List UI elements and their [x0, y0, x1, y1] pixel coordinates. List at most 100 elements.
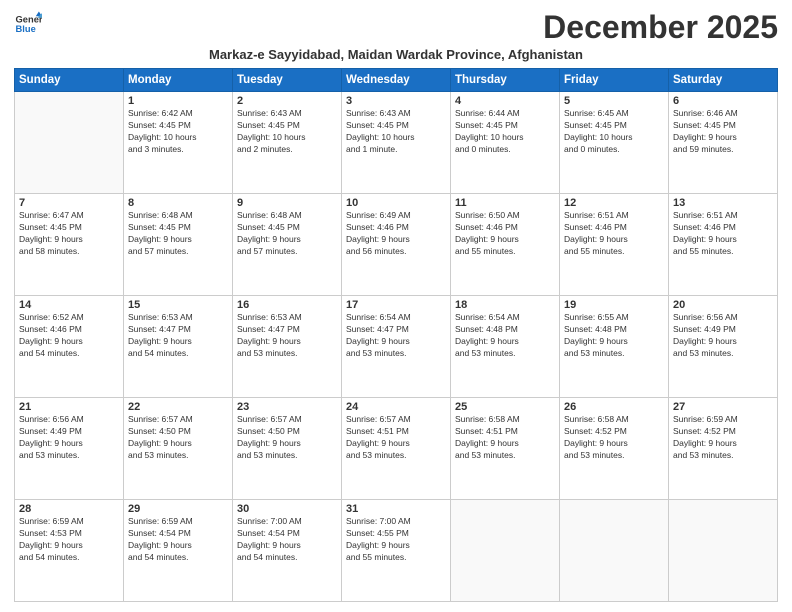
day-number: 18 [455, 299, 555, 311]
calendar-cell: 14Sunrise: 6:52 AM Sunset: 4:46 PM Dayli… [15, 296, 124, 398]
subtitle: Markaz-e Sayyidabad, Maidan Wardak Provi… [14, 47, 778, 62]
day-info: Sunrise: 6:59 AM Sunset: 4:53 PM Dayligh… [19, 516, 119, 564]
day-number: 3 [346, 95, 446, 107]
day-number: 30 [237, 503, 337, 515]
col-friday: Friday [560, 69, 669, 92]
calendar-cell: 20Sunrise: 6:56 AM Sunset: 4:49 PM Dayli… [669, 296, 778, 398]
calendar-cell: 5Sunrise: 6:45 AM Sunset: 4:45 PM Daylig… [560, 92, 669, 194]
calendar-cell: 17Sunrise: 6:54 AM Sunset: 4:47 PM Dayli… [342, 296, 451, 398]
calendar-cell: 11Sunrise: 6:50 AM Sunset: 4:46 PM Dayli… [451, 194, 560, 296]
day-number: 12 [564, 197, 664, 209]
calendar-cell: 25Sunrise: 6:58 AM Sunset: 4:51 PM Dayli… [451, 398, 560, 500]
calendar-cell: 12Sunrise: 6:51 AM Sunset: 4:46 PM Dayli… [560, 194, 669, 296]
calendar-week-3: 14Sunrise: 6:52 AM Sunset: 4:46 PM Dayli… [15, 296, 778, 398]
day-info: Sunrise: 6:52 AM Sunset: 4:46 PM Dayligh… [19, 312, 119, 360]
calendar-cell: 23Sunrise: 6:57 AM Sunset: 4:50 PM Dayli… [233, 398, 342, 500]
calendar-cell: 24Sunrise: 6:57 AM Sunset: 4:51 PM Dayli… [342, 398, 451, 500]
calendar-cell: 9Sunrise: 6:48 AM Sunset: 4:45 PM Daylig… [233, 194, 342, 296]
day-info: Sunrise: 6:50 AM Sunset: 4:46 PM Dayligh… [455, 210, 555, 258]
calendar-cell: 18Sunrise: 6:54 AM Sunset: 4:48 PM Dayli… [451, 296, 560, 398]
day-number: 22 [128, 401, 228, 413]
day-info: Sunrise: 6:43 AM Sunset: 4:45 PM Dayligh… [237, 108, 337, 156]
day-number: 16 [237, 299, 337, 311]
day-number: 14 [19, 299, 119, 311]
day-number: 2 [237, 95, 337, 107]
svg-text:Blue: Blue [16, 24, 36, 34]
calendar-cell: 10Sunrise: 6:49 AM Sunset: 4:46 PM Dayli… [342, 194, 451, 296]
calendar-cell [15, 92, 124, 194]
month-title: December 2025 [543, 10, 778, 45]
calendar-cell: 22Sunrise: 6:57 AM Sunset: 4:50 PM Dayli… [124, 398, 233, 500]
day-info: Sunrise: 6:46 AM Sunset: 4:45 PM Dayligh… [673, 108, 773, 156]
day-number: 8 [128, 197, 228, 209]
day-info: Sunrise: 6:57 AM Sunset: 4:50 PM Dayligh… [128, 414, 228, 462]
calendar-cell [669, 500, 778, 602]
day-number: 26 [564, 401, 664, 413]
day-number: 25 [455, 401, 555, 413]
col-tuesday: Tuesday [233, 69, 342, 92]
day-info: Sunrise: 6:59 AM Sunset: 4:52 PM Dayligh… [673, 414, 773, 462]
calendar-cell: 7Sunrise: 6:47 AM Sunset: 4:45 PM Daylig… [15, 194, 124, 296]
day-info: Sunrise: 7:00 AM Sunset: 4:55 PM Dayligh… [346, 516, 446, 564]
calendar: Sunday Monday Tuesday Wednesday Thursday… [14, 68, 778, 602]
day-info: Sunrise: 6:53 AM Sunset: 4:47 PM Dayligh… [128, 312, 228, 360]
day-info: Sunrise: 6:48 AM Sunset: 4:45 PM Dayligh… [237, 210, 337, 258]
day-number: 4 [455, 95, 555, 107]
col-saturday: Saturday [669, 69, 778, 92]
calendar-table: Sunday Monday Tuesday Wednesday Thursday… [14, 68, 778, 602]
day-info: Sunrise: 6:57 AM Sunset: 4:51 PM Dayligh… [346, 414, 446, 462]
col-monday: Monday [124, 69, 233, 92]
day-number: 7 [19, 197, 119, 209]
day-number: 21 [19, 401, 119, 413]
calendar-week-4: 21Sunrise: 6:56 AM Sunset: 4:49 PM Dayli… [15, 398, 778, 500]
day-number: 1 [128, 95, 228, 107]
calendar-cell [560, 500, 669, 602]
col-thursday: Thursday [451, 69, 560, 92]
day-number: 10 [346, 197, 446, 209]
day-number: 20 [673, 299, 773, 311]
header: General Blue December 2025 [14, 10, 778, 45]
day-info: Sunrise: 6:59 AM Sunset: 4:54 PM Dayligh… [128, 516, 228, 564]
day-info: Sunrise: 6:54 AM Sunset: 4:47 PM Dayligh… [346, 312, 446, 360]
day-info: Sunrise: 6:42 AM Sunset: 4:45 PM Dayligh… [128, 108, 228, 156]
calendar-cell: 1Sunrise: 6:42 AM Sunset: 4:45 PM Daylig… [124, 92, 233, 194]
calendar-cell: 2Sunrise: 6:43 AM Sunset: 4:45 PM Daylig… [233, 92, 342, 194]
day-number: 28 [19, 503, 119, 515]
day-info: Sunrise: 6:51 AM Sunset: 4:46 PM Dayligh… [564, 210, 664, 258]
day-number: 27 [673, 401, 773, 413]
day-info: Sunrise: 6:54 AM Sunset: 4:48 PM Dayligh… [455, 312, 555, 360]
day-info: Sunrise: 6:44 AM Sunset: 4:45 PM Dayligh… [455, 108, 555, 156]
calendar-cell: 16Sunrise: 6:53 AM Sunset: 4:47 PM Dayli… [233, 296, 342, 398]
calendar-cell: 4Sunrise: 6:44 AM Sunset: 4:45 PM Daylig… [451, 92, 560, 194]
col-sunday: Sunday [15, 69, 124, 92]
day-number: 13 [673, 197, 773, 209]
calendar-cell: 13Sunrise: 6:51 AM Sunset: 4:46 PM Dayli… [669, 194, 778, 296]
calendar-cell: 28Sunrise: 6:59 AM Sunset: 4:53 PM Dayli… [15, 500, 124, 602]
day-info: Sunrise: 6:58 AM Sunset: 4:51 PM Dayligh… [455, 414, 555, 462]
day-number: 11 [455, 197, 555, 209]
day-info: Sunrise: 6:55 AM Sunset: 4:48 PM Dayligh… [564, 312, 664, 360]
day-number: 6 [673, 95, 773, 107]
day-info: Sunrise: 6:49 AM Sunset: 4:46 PM Dayligh… [346, 210, 446, 258]
calendar-cell: 15Sunrise: 6:53 AM Sunset: 4:47 PM Dayli… [124, 296, 233, 398]
day-number: 23 [237, 401, 337, 413]
day-info: Sunrise: 6:48 AM Sunset: 4:45 PM Dayligh… [128, 210, 228, 258]
calendar-cell [451, 500, 560, 602]
col-wednesday: Wednesday [342, 69, 451, 92]
day-number: 31 [346, 503, 446, 515]
day-info: Sunrise: 7:00 AM Sunset: 4:54 PM Dayligh… [237, 516, 337, 564]
day-number: 29 [128, 503, 228, 515]
day-info: Sunrise: 6:43 AM Sunset: 4:45 PM Dayligh… [346, 108, 446, 156]
title-block: December 2025 [543, 10, 778, 45]
calendar-cell: 6Sunrise: 6:46 AM Sunset: 4:45 PM Daylig… [669, 92, 778, 194]
day-number: 17 [346, 299, 446, 311]
logo-icon: General Blue [14, 10, 42, 38]
calendar-cell: 21Sunrise: 6:56 AM Sunset: 4:49 PM Dayli… [15, 398, 124, 500]
calendar-week-5: 28Sunrise: 6:59 AM Sunset: 4:53 PM Dayli… [15, 500, 778, 602]
day-number: 5 [564, 95, 664, 107]
header-row: Sunday Monday Tuesday Wednesday Thursday… [15, 69, 778, 92]
day-info: Sunrise: 6:51 AM Sunset: 4:46 PM Dayligh… [673, 210, 773, 258]
calendar-cell: 27Sunrise: 6:59 AM Sunset: 4:52 PM Dayli… [669, 398, 778, 500]
day-info: Sunrise: 6:47 AM Sunset: 4:45 PM Dayligh… [19, 210, 119, 258]
calendar-cell: 3Sunrise: 6:43 AM Sunset: 4:45 PM Daylig… [342, 92, 451, 194]
